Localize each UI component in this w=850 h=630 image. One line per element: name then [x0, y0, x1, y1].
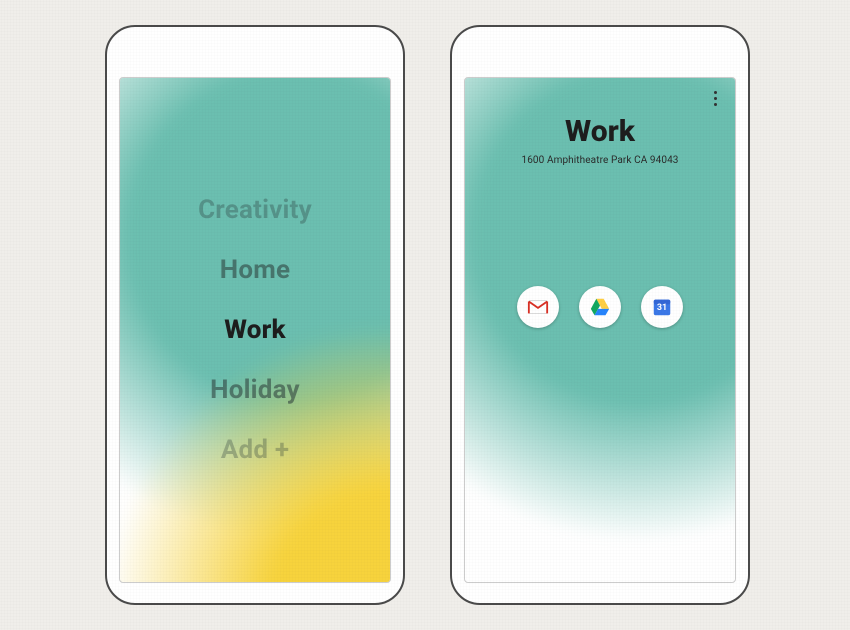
phone-screen-left: Creativity Home Work Holiday Add +	[119, 77, 391, 583]
mode-item-home[interactable]: Home	[220, 255, 290, 285]
phone-frame-right: Work 1600 Amphitheatre Park CA 94043	[450, 25, 750, 605]
mode-item-holiday[interactable]: Holiday	[210, 375, 300, 405]
mode-list: Creativity Home Work Holiday Add +	[120, 78, 390, 582]
mode-item-creativity[interactable]: Creativity	[198, 195, 312, 225]
phone-frame-left: Creativity Home Work Holiday Add +	[105, 25, 405, 605]
gmail-icon	[527, 296, 549, 318]
drive-icon	[589, 296, 611, 318]
mode-title: Work	[565, 114, 635, 149]
app-calendar[interactable]: 31	[641, 286, 683, 328]
mode-item-add[interactable]: Add +	[221, 435, 289, 465]
app-row: 31	[517, 286, 683, 328]
canvas: Creativity Home Work Holiday Add + Work …	[0, 0, 850, 630]
phone-screen-right: Work 1600 Amphitheatre Park CA 94043	[464, 77, 736, 583]
app-drive[interactable]	[579, 286, 621, 328]
mode-detail: Work 1600 Amphitheatre Park CA 94043	[465, 78, 735, 582]
mode-item-work[interactable]: Work	[224, 315, 285, 345]
calendar-icon	[651, 296, 673, 318]
more-vertical-icon[interactable]	[705, 86, 725, 110]
mode-subtitle: 1600 Amphitheatre Park CA 94043	[521, 155, 678, 166]
app-gmail[interactable]	[517, 286, 559, 328]
